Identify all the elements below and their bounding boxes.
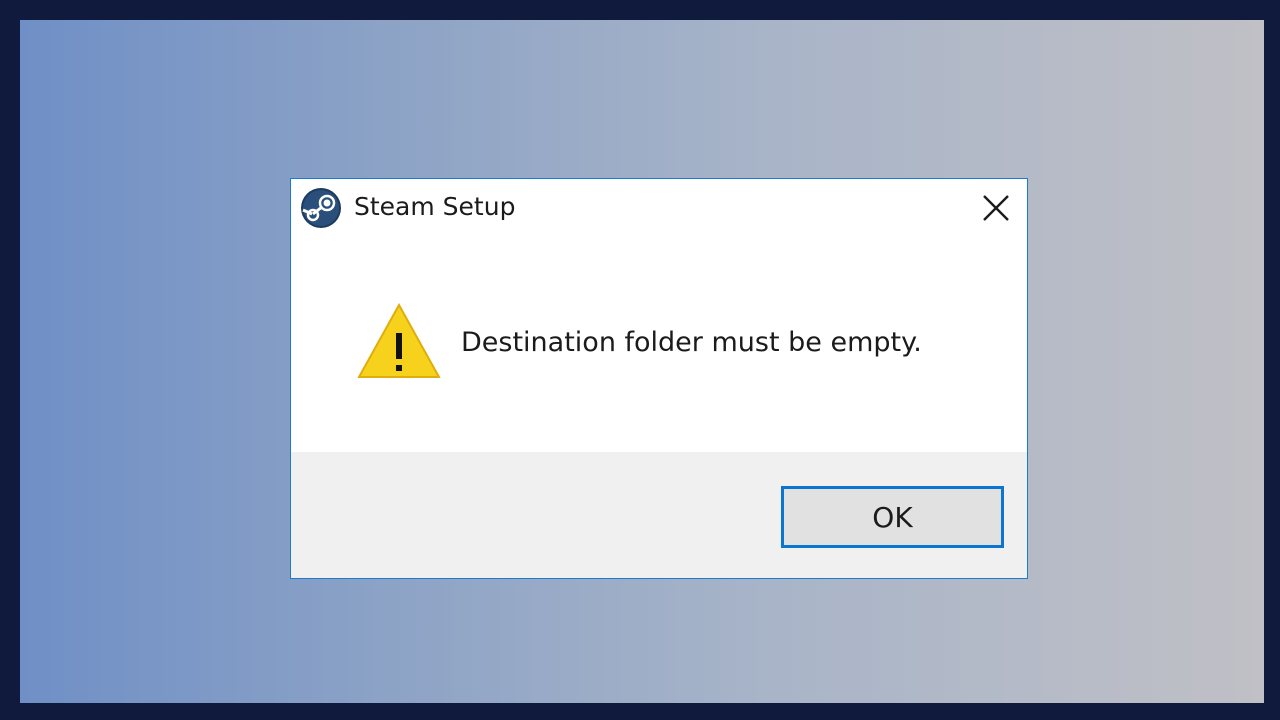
dialog-body: Destination folder must be empty. bbox=[291, 235, 1027, 453]
close-button[interactable] bbox=[977, 189, 1015, 227]
close-icon bbox=[983, 195, 1009, 221]
warning-triangle-icon bbox=[357, 303, 441, 378]
screen-frame: Steam Setup Destination folder must be e… bbox=[0, 0, 1280, 720]
dialog-message: Destination folder must be empty. bbox=[461, 327, 922, 358]
steam-logo-icon bbox=[301, 188, 341, 228]
message-dialog: Steam Setup Destination folder must be e… bbox=[290, 178, 1028, 579]
ok-button[interactable]: OK bbox=[781, 486, 1004, 548]
dialog-footer: OK bbox=[291, 452, 1027, 578]
dialog-title: Steam Setup bbox=[354, 192, 516, 221]
desktop-background: Steam Setup Destination folder must be e… bbox=[20, 20, 1264, 703]
dialog-titlebar[interactable]: Steam Setup bbox=[291, 179, 1027, 235]
